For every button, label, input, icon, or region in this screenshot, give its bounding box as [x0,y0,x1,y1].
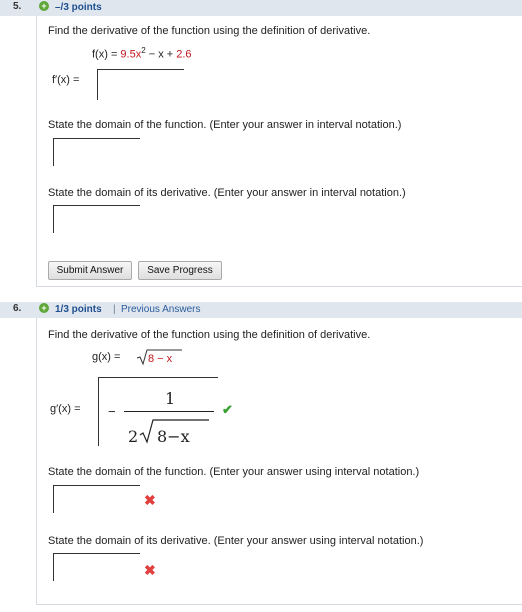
answer-minus: − [108,404,116,419]
q6-number: 6. [13,303,22,314]
q5-domain-input[interactable] [53,138,140,166]
q6-func-radicand: 8 − x [148,353,173,365]
q6-separator: | [113,304,116,315]
answer-coefficient: 2 [128,427,139,446]
check-icon: ✔ [222,402,233,417]
q6-header: 6. + 1/3 points | Previous Answers [0,302,522,318]
previous-answers-link[interactable]: Previous Answers [121,304,200,315]
q5-domain-prompt: State the domain of the function. (Enter… [48,119,402,131]
q5-func-mid: − x + [145,48,177,61]
q5-function: f(x) = 9.5x2 − x + 2.6 [92,46,192,61]
x-icon: ✖ [144,562,156,578]
x-icon: ✖ [144,492,156,508]
q5-derivative-input[interactable] [97,69,184,100]
q5-number: 5. [13,1,22,12]
q6-domain-prompt: State the domain of the function. (Enter… [48,466,420,478]
q5-points: –/3 points [55,2,102,13]
fraction-bar [124,411,214,412]
q6-deriv-label: g′(x) = [50,403,81,415]
save-progress-button[interactable]: Save Progress [138,261,222,280]
q5-deriv-domain-prompt: State the domain of its derivative. (Ent… [48,187,406,199]
submit-answer-button[interactable]: Submit Answer [48,261,132,280]
plus-icon[interactable]: + [39,303,49,313]
q5-deriv-domain-input[interactable] [53,205,140,233]
q5-prompt: Find the derivative of the function usin… [48,25,371,37]
q5-func-lhs: f(x) = [92,48,121,61]
q5-func-const: 2.6 [176,48,192,61]
q6-points: 1/3 points [55,304,102,315]
q5-func-coef: 9.5x [120,48,142,61]
q5-header: 5. + –/3 points [0,0,522,16]
q6-function-lhs: g(x) = [92,351,121,363]
answer-numerator: 1 [165,389,176,408]
q6-deriv-domain-prompt: State the domain of its derivative. (Ent… [48,535,424,547]
q6-deriv-domain-input[interactable] [53,553,140,581]
q6-domain-input[interactable] [53,485,140,513]
answer-radicand: 8−x [157,427,190,446]
q6-prompt: Find the derivative of the function usin… [48,329,371,341]
q5-deriv-label: f′(x) = [52,74,80,86]
plus-icon[interactable]: + [39,1,49,11]
